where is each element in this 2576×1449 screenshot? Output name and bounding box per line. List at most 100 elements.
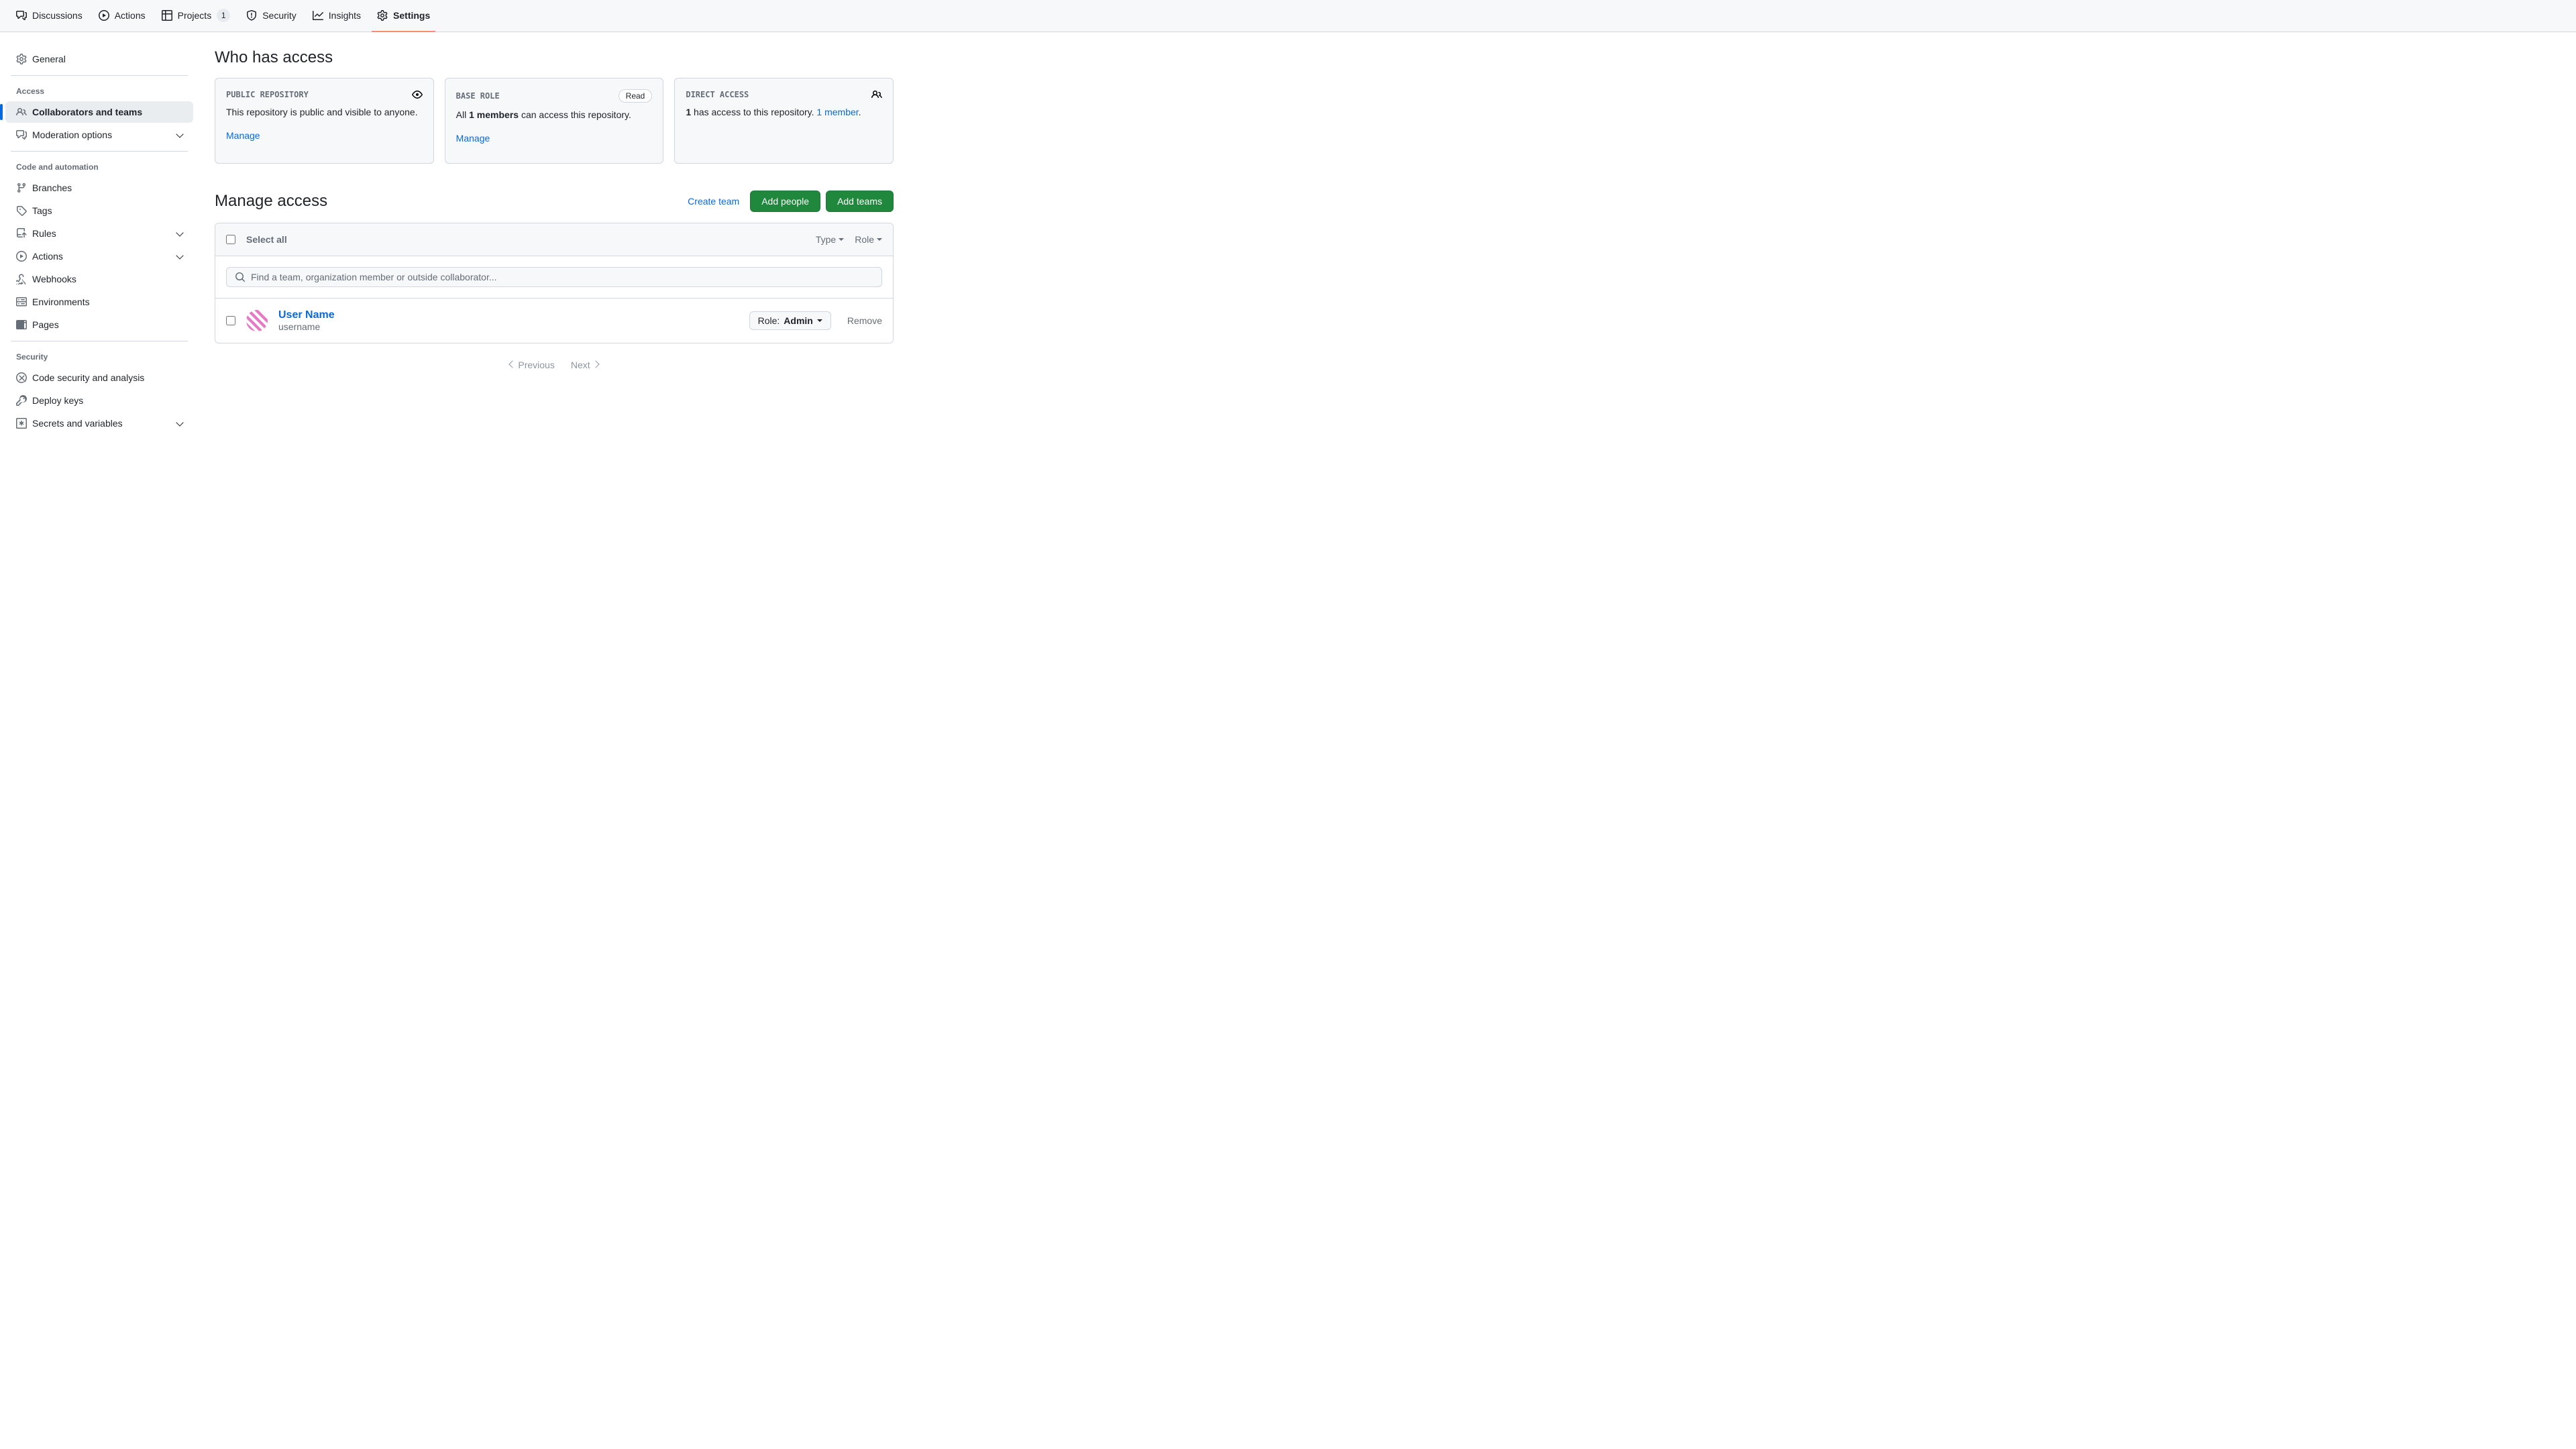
sidebar-item-environments[interactable]: Environments <box>5 291 193 313</box>
sidebar-item-branches[interactable]: Branches <box>5 177 193 199</box>
settings-layout: General Access Collaborators and teams M… <box>0 32 2576 462</box>
text: . <box>859 107 861 117</box>
tab-actions[interactable]: Actions <box>93 0 151 32</box>
graph-icon <box>313 10 323 21</box>
sidebar-item-label: Deploy keys <box>32 395 83 406</box>
tab-label: Insights <box>329 10 361 21</box>
text: has access to this repository. <box>691 107 816 117</box>
user-checkbox[interactable] <box>226 316 235 325</box>
access-count: 1 <box>686 107 691 117</box>
sidebar-item-secrets[interactable]: Secrets and variables <box>5 413 193 434</box>
repo-push-icon <box>16 228 27 239</box>
sidebar-item-tags[interactable]: Tags <box>5 200 193 221</box>
manage-actions: Create team Add people Add teams <box>682 191 894 212</box>
user-row: User Name username Role: Admin Remove <box>215 299 893 343</box>
sidebar-item-actions[interactable]: Actions <box>5 246 193 267</box>
settings-sidebar: General Access Collaborators and teams M… <box>0 48 199 435</box>
caret-down-icon <box>877 238 882 241</box>
sidebar-group-access: Access <box>0 81 199 101</box>
shield-icon <box>246 10 257 21</box>
pag-label: Next <box>571 360 590 370</box>
tag-icon <box>16 205 27 216</box>
select-all-checkbox[interactable] <box>226 235 235 244</box>
add-people-button[interactable]: Add people <box>750 191 820 212</box>
tab-label: Discussions <box>32 10 83 21</box>
manage-link[interactable]: Manage <box>456 133 490 144</box>
sidebar-item-collaborators[interactable]: Collaborators and teams <box>5 101 193 123</box>
search-icon <box>235 272 246 282</box>
sidebar-item-label: Secrets and variables <box>32 418 123 429</box>
browser-icon <box>16 319 27 330</box>
sidebar-item-general[interactable]: General <box>5 48 193 70</box>
card-body: This repository is public and visible to… <box>226 105 423 119</box>
card-title: PUBLIC REPOSITORY <box>226 90 309 99</box>
avatar[interactable] <box>246 310 268 331</box>
sidebar-item-label: Pages <box>32 319 59 330</box>
tab-insights[interactable]: Insights <box>307 0 366 32</box>
card-title: BASE ROLE <box>456 91 500 101</box>
sidebar-item-label: Environments <box>32 297 90 307</box>
caret-down-icon <box>817 319 822 322</box>
user-display-name[interactable]: User Name <box>278 309 335 321</box>
member-count: 1 members <box>469 109 519 120</box>
tab-settings[interactable]: Settings <box>372 0 435 32</box>
tab-security[interactable]: Security <box>241 0 302 32</box>
chevron-down-icon <box>176 419 183 426</box>
tab-label: Settings <box>393 10 430 21</box>
box-header: Select all Type Role <box>215 223 893 256</box>
chevron-right-icon <box>592 360 599 368</box>
base-role-badge: Read <box>619 89 653 103</box>
role-dropdown[interactable]: Role: Admin <box>749 311 831 330</box>
play-icon <box>16 251 27 262</box>
text: All <box>456 109 469 120</box>
sidebar-item-moderation[interactable]: Moderation options <box>5 124 193 146</box>
sidebar-item-webhooks[interactable]: Webhooks <box>5 268 193 290</box>
access-cards: PUBLIC REPOSITORY This repository is pub… <box>215 78 894 164</box>
pag-label: Previous <box>518 360 554 370</box>
collaborator-search-input[interactable] <box>251 272 873 282</box>
page-title-manage: Manage access <box>215 192 327 211</box>
page-title-access: Who has access <box>215 48 894 67</box>
card-base-role: BASE ROLE Read All 1 members can access … <box>445 78 664 164</box>
sidebar-item-pages[interactable]: Pages <box>5 314 193 335</box>
comment-discussion-icon <box>16 129 27 140</box>
remove-user-link[interactable]: Remove <box>847 315 882 326</box>
sidebar-item-label: Actions <box>32 251 63 262</box>
card-direct-access: DIRECT ACCESS 1 has access to this repos… <box>674 78 894 164</box>
search-wrap[interactable] <box>226 267 882 287</box>
key-icon <box>16 395 27 406</box>
people-icon <box>871 89 882 100</box>
sidebar-item-label: Collaborators and teams <box>32 107 142 117</box>
member-link[interactable]: 1 member <box>816 107 858 117</box>
tab-projects[interactable]: Projects 1 <box>156 0 236 32</box>
type-filter[interactable]: Type <box>816 234 844 245</box>
tab-label: Actions <box>115 10 146 21</box>
pagination-previous[interactable]: Previous <box>510 360 554 370</box>
play-icon <box>99 10 109 21</box>
add-teams-button[interactable]: Add teams <box>826 191 894 212</box>
tab-label: Projects <box>178 10 212 21</box>
sidebar-item-label: Tags <box>32 205 52 216</box>
tab-label: Security <box>262 10 297 21</box>
tab-discussions[interactable]: Discussions <box>11 0 88 32</box>
user-actions: Role: Admin Remove <box>749 311 882 330</box>
gear-icon <box>377 10 388 21</box>
filter-label: Type <box>816 234 836 245</box>
card-body: All 1 members can access this repository… <box>456 108 653 122</box>
filter-label: Role <box>855 234 874 245</box>
text: can access this repository. <box>519 109 631 120</box>
chevron-left-icon <box>509 360 517 368</box>
pagination-next[interactable]: Next <box>571 360 598 370</box>
role-filter[interactable]: Role <box>855 234 882 245</box>
sidebar-item-code-security[interactable]: Code security and analysis <box>5 367 193 388</box>
user-username: username <box>278 321 335 332</box>
create-team-link[interactable]: Create team <box>682 191 745 211</box>
sidebar-item-deploy-keys[interactable]: Deploy keys <box>5 390 193 411</box>
sidebar-divider <box>11 151 188 152</box>
sidebar-group-security: Security <box>0 347 199 367</box>
manage-link[interactable]: Manage <box>226 130 260 141</box>
access-list-box: Select all Type Role <box>215 223 894 343</box>
webhook-icon <box>16 274 27 284</box>
sidebar-group-code: Code and automation <box>0 157 199 177</box>
sidebar-item-rules[interactable]: Rules <box>5 223 193 244</box>
